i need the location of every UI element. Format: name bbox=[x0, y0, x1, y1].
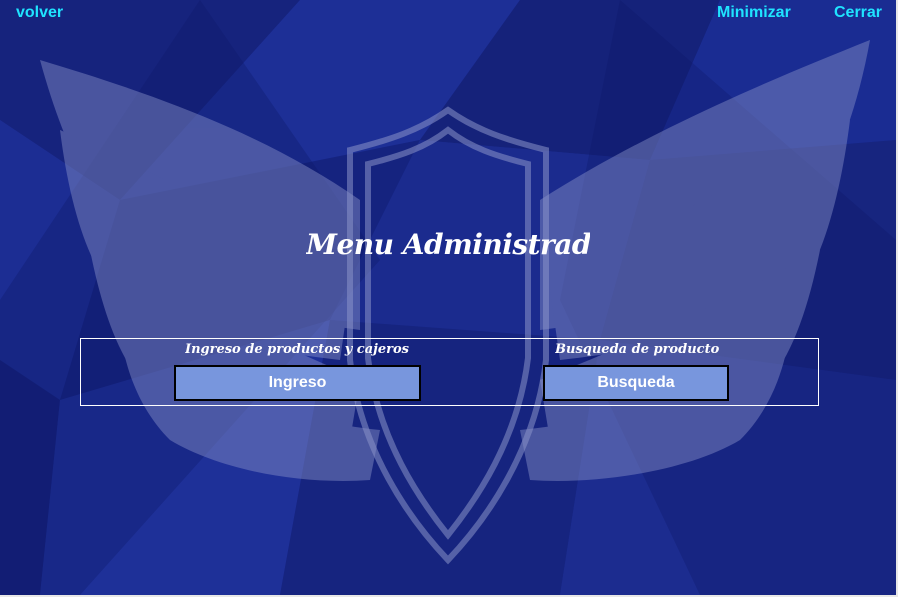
minimize-button[interactable]: Minimizar bbox=[717, 4, 791, 22]
winged-shield-background bbox=[0, 0, 896, 595]
page-title-wrapper: Menu Administrador bbox=[0, 228, 896, 261]
busqueda-section-label: Busqueda de producto bbox=[555, 342, 720, 357]
ingreso-section-label: Ingreso de productos y cajeros bbox=[185, 342, 409, 357]
page-title: Menu Administrador bbox=[306, 228, 590, 261]
back-button[interactable]: volver bbox=[16, 4, 63, 22]
close-button[interactable]: Cerrar bbox=[834, 4, 882, 22]
admin-actions-panel: Ingreso de productos y cajeros Busqueda … bbox=[80, 338, 819, 406]
app-window: volver Minimizar Cerrar Menu Administrad… bbox=[0, 0, 898, 597]
busqueda-button[interactable]: Busqueda bbox=[543, 365, 729, 401]
ingreso-button[interactable]: Ingreso bbox=[174, 365, 421, 401]
